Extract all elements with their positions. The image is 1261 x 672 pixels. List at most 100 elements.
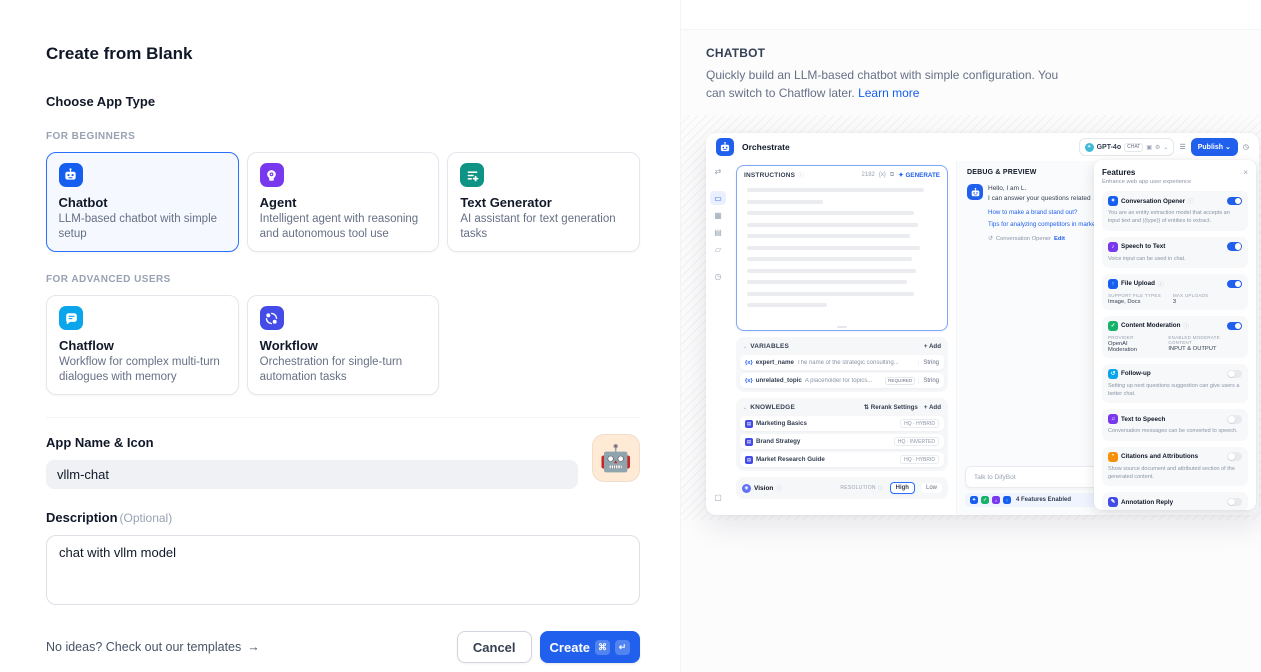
card-title: Workflow [260, 338, 427, 353]
variable-row: {x} expert_name The name of the strategi… [740, 355, 944, 370]
cancel-button[interactable]: Cancel [457, 631, 532, 663]
card-desc: Workflow for complex multi-turn dialogue… [59, 355, 226, 385]
resolution-high-button: High [890, 482, 915, 494]
chevron-down-icon: ⌄ [1225, 143, 1231, 151]
chatflow-icon [59, 306, 83, 330]
add-knowledge-button: + Add [924, 404, 941, 411]
optional-label: (Optional) [120, 511, 173, 525]
speech-to-text-toggle [1227, 242, 1242, 251]
expand-icon: ▢ [710, 490, 726, 504]
preview-topbar-strip [681, 0, 1261, 30]
generate-button: ✦ GENERATE [898, 172, 940, 179]
file-upload-mini-icon: ↑ [1003, 496, 1011, 504]
sliders-icon: ☰ [1179, 143, 1185, 151]
info-icon: ⓘ [1188, 197, 1194, 205]
shield-check-icon: ✓ [1108, 321, 1118, 331]
app-type-card-text-generator[interactable]: Text Generator AI assistant for text gen… [447, 152, 640, 252]
description-input[interactable]: chat with vllm model [46, 535, 640, 605]
info-icon: ⓘ [878, 484, 884, 492]
variable-type: String [918, 378, 939, 384]
app-type-card-workflow[interactable]: Workflow Orchestration for single-turn a… [247, 295, 440, 395]
text-generator-icon [460, 163, 484, 187]
pv-app-robot-icon [716, 138, 734, 156]
pv-topbar-right: ✦ GPT-4o CHAT ▣ ⚙ ⌄ ☰ Publish ⌄ ◷ [1079, 138, 1249, 156]
card-desc: Intelligent agent with reasoning and aut… [260, 212, 427, 242]
citations-toggle [1227, 452, 1242, 461]
file-upload-toggle [1227, 280, 1242, 289]
app-type-card-chatflow[interactable]: Chatflow Workflow for complex multi-turn… [46, 295, 239, 395]
annotation-reply-toggle [1227, 498, 1242, 507]
agent-icon [260, 163, 284, 187]
robot-emoji-icon: 🤖 [600, 443, 632, 474]
variable-icon: {x} [745, 378, 753, 384]
preview-description: Quickly build an LLM-based chatbot with … [706, 66, 1080, 102]
opener-icon: ↺ [988, 235, 993, 244]
close-icon: × [1243, 168, 1248, 177]
speaker-icon: ♫ [1108, 414, 1118, 424]
gallery-icon: ▦ [710, 208, 726, 222]
preview-panel: CHATBOT Quickly build an LLM-based chatb… [680, 0, 1261, 672]
params-gear-icon: ⚙ [1155, 144, 1160, 151]
preview-heading: CHATBOT [706, 46, 1236, 60]
feature-card-content-moderation: ✓ Content Moderation ⓘ PROVIDEROpenAI Mo… [1102, 316, 1248, 358]
for-beginners-label: FOR BEGINNERS [46, 131, 640, 142]
document-icon: ▤ [745, 420, 753, 428]
enter-key-icon: ↵ [615, 640, 630, 655]
app-name-input[interactable] [46, 460, 578, 489]
document-icon: ▤ [745, 438, 753, 446]
required-badge: REQUIRED [885, 377, 915, 385]
learn-more-link[interactable]: Learn more [858, 86, 919, 100]
edit-opener-link: Edit [1054, 235, 1065, 244]
app-type-card-chatbot[interactable]: Chatbot LLM-based chatbot with simple se… [46, 152, 239, 252]
info-icon: ⓘ [1183, 322, 1189, 330]
model-mode-badge: CHAT [1124, 143, 1143, 152]
app-icon-button[interactable]: 🤖 [592, 434, 640, 482]
moderation-mini-icon: ✓ [981, 496, 989, 504]
resolution-low-button: Low [921, 483, 942, 493]
resize-handle [837, 326, 847, 328]
arrow-right-icon: → [247, 640, 260, 654]
feature-card-follow-up: ↺ Follow-up Setting up next questions su… [1102, 364, 1248, 404]
app-preview-image: Orchestrate ✦ GPT-4o CHAT ▣ ⚙ ⌄ ☰ Publis [706, 133, 1259, 515]
instructions-header: INSTRUCTIONS ⓘ 2182 {x} ⧉ ✦ GENERATE [737, 166, 947, 182]
beginner-cards: Chatbot LLM-based chatbot with simple se… [46, 152, 640, 252]
page-title: Create from Blank [46, 44, 640, 64]
orchestrate-icon: ▭ [710, 191, 726, 205]
cmd-key-icon: ⌘ [595, 640, 610, 655]
vision-icon: ◉ [742, 484, 751, 493]
app-type-card-agent[interactable]: Agent Intelligent agent with reasoning a… [247, 152, 440, 252]
microphone-icon: ♪ [1108, 242, 1118, 252]
document-icon: ▤ [745, 456, 753, 464]
quote-icon: ” [1108, 452, 1118, 462]
feature-card-speech-to-text: ♪ Speech to Text Voice input can be used… [1102, 237, 1248, 268]
text-to-speech-toggle [1227, 415, 1242, 424]
chatbot-icon [59, 163, 83, 187]
vision-setting: ◉ Vision ⓘ RESOLUTIONⓘ High Low [736, 477, 948, 499]
history-icon: ◷ [1243, 143, 1249, 151]
feature-card-annotation-reply: ✎ Annotation Reply [1102, 492, 1248, 510]
description-block: Description(Optional) chat with vllm mod… [46, 509, 640, 605]
create-button[interactable]: Create ⌘ ↵ [540, 631, 640, 663]
card-desc: LLM-based chatbot with simple setup [59, 212, 227, 242]
templates-link[interactable]: No ideas? Check out our templates → [46, 640, 260, 654]
retrieval-badge: HQ · HYBRID [900, 455, 939, 464]
workflow-icon [260, 306, 284, 330]
feature-card-citations: ” Citations and Attributions Show source… [1102, 447, 1248, 487]
rerank-settings-button: ⇅ Rerank Settings [864, 404, 918, 411]
logs-icon: ▤ [710, 225, 726, 239]
card-title: Agent [260, 195, 427, 210]
knowledge-row: ▤ Brand Strategy HQ · INVERTED [740, 434, 944, 449]
variable-icon: {x} [879, 172, 886, 178]
instructions-panel: INSTRUCTIONS ⓘ 2182 {x} ⧉ ✦ GENERATE [736, 165, 948, 331]
chevron-down-icon: ⌄ [1163, 144, 1168, 151]
conversation-opener-toggle [1227, 197, 1242, 206]
annotation-icon: ✎ [1108, 497, 1118, 507]
feature-card-file-upload: ↑ File Upload ⓘ SUPPORT FILE TYPESImage,… [1102, 274, 1248, 310]
preview-image-area: Orchestrate ✦ GPT-4o CHAT ▣ ⚙ ⌄ ☰ Publis [681, 115, 1261, 520]
for-advanced-users-label: FOR ADVANCED USERS [46, 274, 640, 285]
info-icon: ⓘ [798, 171, 804, 179]
chevron-down-icon: ⌄ [743, 405, 747, 411]
card-title: Text Generator [460, 195, 627, 210]
copy-icon: ⧉ [890, 172, 894, 179]
model-selector: ✦ GPT-4o CHAT ▣ ⚙ ⌄ [1079, 138, 1175, 156]
